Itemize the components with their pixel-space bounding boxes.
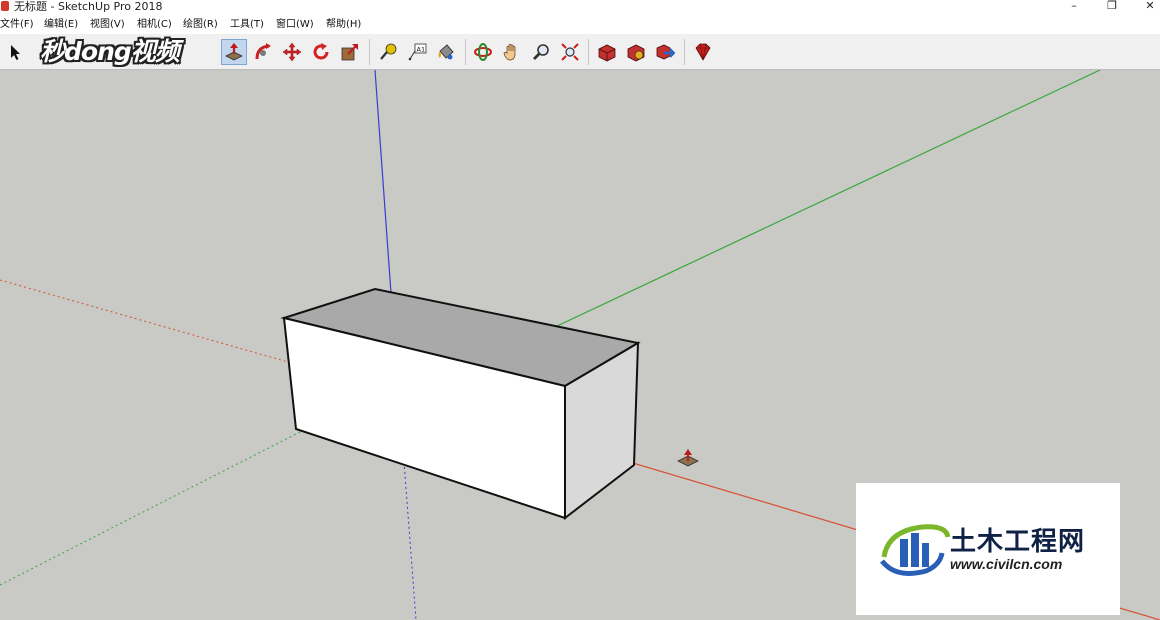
toolbar-separator: [465, 39, 466, 65]
menu-bar: 文件(F) 编辑(E) 视图(V) 相机(C) 绘图(R) 工具(T) 窗口(W…: [0, 16, 1160, 34]
orbit-tool-icon[interactable]: [470, 39, 496, 65]
civilcn-logo-text: 土木工程网: [950, 527, 1086, 557]
toolbar-separator: [369, 39, 370, 65]
zoom-extents-tool-icon[interactable]: [557, 39, 583, 65]
menu-help[interactable]: 帮助(H): [326, 17, 361, 32]
menu-window[interactable]: 窗口(W): [276, 17, 314, 32]
extension-warehouse-icon[interactable]: [623, 39, 649, 65]
blue-axis-positive: [374, 70, 392, 294]
move-tool-icon[interactable]: [279, 39, 305, 65]
share-model-icon[interactable]: [652, 39, 678, 65]
push-pull-cursor-icon: [677, 449, 699, 467]
menu-tools[interactable]: 工具(T): [230, 17, 264, 32]
zoom-tool-icon[interactable]: [528, 39, 554, 65]
toolbar-separator: [588, 39, 589, 65]
menu-file[interactable]: 文件(F): [0, 17, 34, 32]
blue-axis-negative: [403, 461, 417, 620]
sketchup-app-icon: [1, 1, 9, 11]
menu-draw[interactable]: 绘图(R): [183, 17, 218, 32]
green-axis-positive: [554, 70, 1101, 328]
close-button[interactable]: ✕: [1132, 0, 1160, 14]
menu-camera[interactable]: 相机(C): [137, 17, 172, 32]
paint-bucket-tool-icon[interactable]: [433, 39, 459, 65]
text-tool-icon[interactable]: A1: [404, 39, 430, 65]
pan-tool-icon[interactable]: [499, 39, 525, 65]
svg-text:A1: A1: [417, 46, 426, 54]
restore-button[interactable]: ❐: [1094, 0, 1130, 14]
minimize-button[interactable]: –: [1056, 0, 1092, 14]
window-title: 无标题 - SketchUp Pro 2018: [14, 0, 163, 13]
select-tool-icon[interactable]: [3, 39, 29, 65]
scale-tool-icon[interactable]: [337, 39, 363, 65]
civilcn-url: www.civilcn.com: [950, 556, 1063, 572]
red-axis-negative: [0, 279, 289, 363]
title-bar: 无标题 - SketchUp Pro 2018 – ❐ ✕: [0, 0, 1160, 16]
rotate-tool-icon[interactable]: [308, 39, 334, 65]
civilcn-watermark: 土木工程网 www.civilcn.com: [856, 483, 1120, 615]
push-pull-tool-icon[interactable]: [221, 39, 247, 65]
menu-view[interactable]: 视图(V): [90, 17, 125, 32]
follow-me-tool-icon[interactable]: [250, 39, 276, 65]
toolbar-separator: [684, 39, 685, 65]
green-axis-negative: [0, 431, 301, 586]
tape-measure-tool-icon[interactable]: [375, 39, 401, 65]
civilcn-logo-icon: [880, 524, 950, 576]
extension-manager-icon[interactable]: [690, 39, 716, 65]
menu-edit[interactable]: 编辑(E): [44, 17, 78, 32]
video-watermark: 秒dong视频: [40, 37, 180, 66]
warehouse-icon[interactable]: [594, 39, 620, 65]
